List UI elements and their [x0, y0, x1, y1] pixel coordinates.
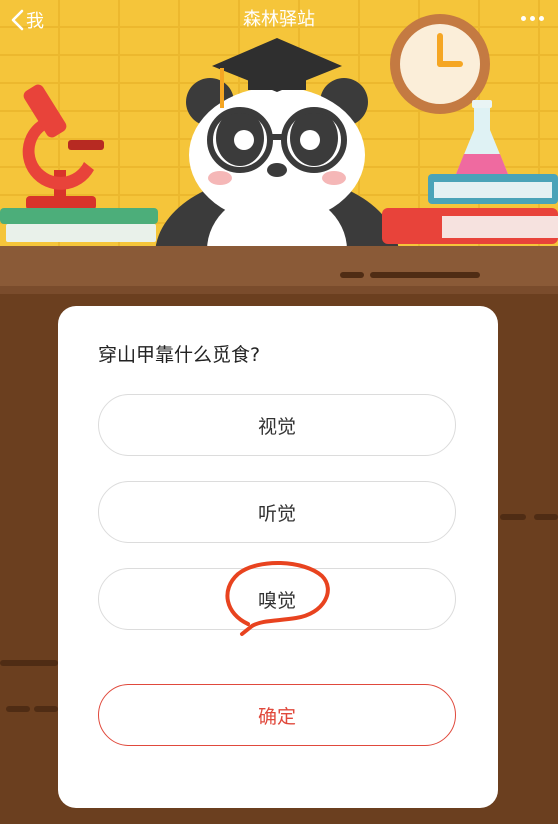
option-label: 视觉: [257, 415, 296, 438]
option-label: 嗅觉: [257, 589, 296, 612]
microscope-icon: [22, 84, 104, 210]
wood-grain: [370, 272, 480, 278]
wood-grain: [6, 706, 30, 712]
wood-grain: [0, 660, 58, 666]
navigation-bar: 我 森林驿站: [0, 0, 558, 40]
more-dots-icon[interactable]: [521, 16, 544, 21]
confirm-label: 确定: [257, 705, 296, 728]
quiz-card: 穿山甲靠什么觅食? 视觉 听觉 嗅觉 确定: [58, 306, 498, 808]
desk-surface: [0, 246, 558, 286]
wood-grain: [500, 514, 526, 520]
option-button[interactable]: 视觉: [98, 394, 456, 456]
panda-mascot: [155, 38, 399, 250]
desk-edge: [0, 286, 558, 294]
book-stack-right: [382, 174, 558, 246]
book-stack-left: [0, 208, 158, 242]
option-label: 听觉: [257, 502, 296, 525]
wood-grain: [534, 514, 558, 520]
wood-grain: [340, 272, 364, 278]
option-button[interactable]: 嗅觉: [98, 568, 456, 630]
page-title: 森林驿站: [243, 9, 315, 30]
wood-grain: [34, 706, 58, 712]
question-text: 穿山甲靠什么觅食?: [98, 344, 261, 366]
confirm-button[interactable]: 确定: [98, 684, 456, 746]
flask-icon: [456, 100, 508, 174]
option-button[interactable]: 听觉: [98, 481, 456, 543]
